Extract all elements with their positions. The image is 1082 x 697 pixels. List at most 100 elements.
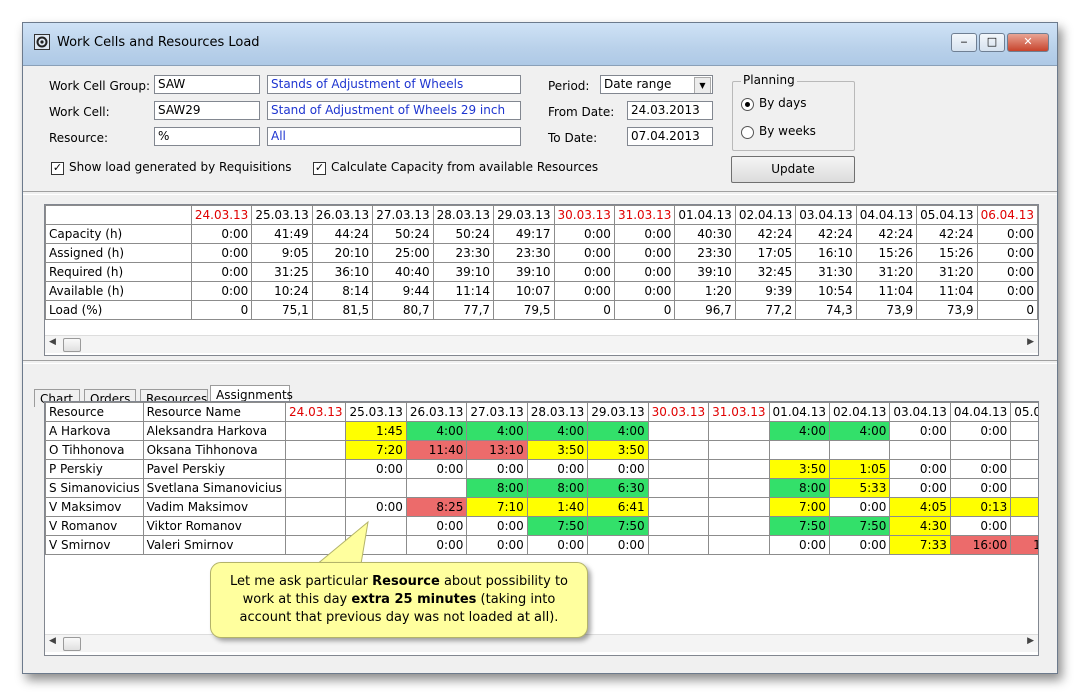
summary-row-label[interactable]: Required (h): [45, 262, 192, 282]
assignment-cell[interactable]: 4:00: [405, 421, 468, 441]
summary-cell[interactable]: 32:45: [734, 262, 797, 282]
assignment-cell[interactable]: 0:00: [949, 421, 1012, 441]
resource-name-cell[interactable]: Oksana Tihhonova: [142, 440, 287, 460]
assignment-cell[interactable]: 0:13: [949, 497, 1012, 517]
summary-cell[interactable]: 39:10: [493, 262, 555, 282]
summary-date-header[interactable]: 28.03.13: [432, 205, 495, 225]
summary-cell[interactable]: 11:04: [855, 281, 918, 301]
summary-cell[interactable]: 0:00: [553, 281, 615, 301]
assignment-cell[interactable]: 0:00: [949, 516, 1012, 536]
summary-date-header[interactable]: 30.03.13: [553, 205, 615, 225]
assignment-cell[interactable]: [405, 478, 468, 498]
summary-cell[interactable]: 9:44: [372, 281, 434, 301]
assignment-cell[interactable]: [828, 440, 891, 460]
close-button[interactable]: ✕: [1007, 33, 1049, 52]
by-days-radio[interactable]: [741, 98, 754, 111]
assignment-cell[interactable]: 8:00: [768, 478, 830, 498]
maximize-button[interactable]: □: [979, 33, 1005, 52]
summary-cell[interactable]: 74,3: [795, 300, 857, 320]
summary-date-header[interactable]: 06.04.13: [976, 205, 1038, 225]
assignment-cell[interactable]: [708, 421, 770, 441]
summary-cell[interactable]: 0:00: [613, 224, 676, 244]
summary-cell[interactable]: 49:17: [493, 224, 555, 244]
assignment-cell[interactable]: 8:25: [405, 497, 468, 517]
summary-cell[interactable]: 23:30: [493, 243, 555, 263]
assignment-cell[interactable]: 7:33: [889, 535, 951, 555]
assignment-cell[interactable]: [647, 459, 710, 479]
summary-cell[interactable]: 77,7: [432, 300, 495, 320]
scroll-right-icon[interactable]: ▶: [1027, 337, 1034, 347]
by-weeks-radio[interactable]: [741, 126, 754, 139]
assignment-cell[interactable]: 0:00: [526, 535, 589, 555]
resource-code-cell[interactable]: S Simanovicius: [45, 478, 144, 498]
work-cell-code-field[interactable]: SAW29: [154, 101, 260, 120]
assignment-cell[interactable]: [647, 421, 710, 441]
summary-cell[interactable]: 39:10: [674, 262, 736, 282]
summary-cell[interactable]: 79,5: [493, 300, 555, 320]
summary-cell[interactable]: 0:00: [553, 224, 615, 244]
assignment-cell[interactable]: 3:50: [587, 440, 649, 460]
assignment-cell[interactable]: 0:00: [405, 516, 468, 536]
assignment-cell[interactable]: 1:40: [526, 497, 589, 517]
assignment-cell[interactable]: 0:00: [949, 459, 1012, 479]
table-row[interactable]: O Tihhonova Oksana Tihhonova 7:20 11:40 13:1…: [45, 440, 1038, 460]
scroll-left-icon[interactable]: ◀: [49, 636, 56, 646]
scroll-right-icon[interactable]: ▶: [1027, 636, 1034, 646]
summary-horizontal-scrollbar[interactable]: ◀ ▶: [45, 335, 1038, 353]
assignment-cell[interactable]: [345, 535, 407, 555]
summary-row-label[interactable]: Available (h): [45, 281, 192, 301]
summary-cell[interactable]: 73,9: [855, 300, 918, 320]
assignment-cell[interactable]: 8:00: [526, 478, 589, 498]
summary-cell[interactable]: 36:10: [311, 262, 374, 282]
summary-cell[interactable]: 0:00: [553, 243, 615, 263]
assignment-cell[interactable]: [708, 497, 770, 517]
summary-date-header[interactable]: 01.04.13: [674, 205, 736, 225]
assignment-cell[interactable]: 0:00: [828, 535, 891, 555]
assignment-cell[interactable]: [889, 440, 951, 460]
assignments-date-header[interactable]: 28.03.13: [526, 402, 589, 422]
show-requisitions-checkbox[interactable]: ✓: [51, 162, 64, 175]
work-cell-group-code-field[interactable]: SAW: [154, 75, 260, 94]
assignment-cell[interactable]: 7:50: [768, 516, 830, 536]
summary-row-label[interactable]: Capacity (h): [45, 224, 192, 244]
summary-cell[interactable]: 11:14: [432, 281, 495, 301]
summary-cell[interactable]: 39:10: [432, 262, 495, 282]
assignments-date-header[interactable]: 24.03.13: [285, 402, 347, 422]
summary-cell[interactable]: 73,9: [916, 300, 978, 320]
summary-cell[interactable]: 31:30: [795, 262, 857, 282]
assignment-cell[interactable]: 0:13: [1010, 497, 1038, 517]
summary-date-header[interactable]: 26.03.13: [311, 205, 374, 225]
assignments-date-header[interactable]: 01.04.13: [768, 402, 830, 422]
assignment-cell[interactable]: 7:50: [526, 516, 589, 536]
assignments-date-header[interactable]: 27.03.13: [466, 402, 528, 422]
assignments-date-header[interactable]: 26.03.13: [405, 402, 468, 422]
title-bar[interactable]: Work Cells and Resources Load ‒ □ ✕: [23, 23, 1057, 66]
summary-cell[interactable]: 10:24: [251, 281, 313, 301]
assignment-cell[interactable]: 4:00: [587, 421, 649, 441]
assignment-cell[interactable]: 0:00: [526, 459, 589, 479]
summary-date-header[interactable]: 03.04.13: [795, 205, 857, 225]
assignment-cell[interactable]: 7:00: [768, 497, 830, 517]
summary-cell[interactable]: 50:24: [372, 224, 434, 244]
summary-cell[interactable]: 1:20: [674, 281, 736, 301]
summary-cell[interactable]: 16:10: [795, 243, 857, 263]
summary-cell[interactable]: 23:30: [674, 243, 736, 263]
assignments-date-header[interactable]: 05.04.13: [1010, 402, 1038, 422]
summary-cell[interactable]: 0:00: [190, 224, 253, 244]
assignment-cell[interactable]: [708, 440, 770, 460]
summary-cell[interactable]: 20:10: [311, 243, 374, 263]
assignment-cell[interactable]: 0:00: [345, 497, 407, 517]
summary-cell[interactable]: 0:00: [613, 262, 676, 282]
resource-code-cell[interactable]: P Perskiy: [45, 459, 144, 479]
summary-cell[interactable]: 9:39: [734, 281, 797, 301]
col-resource-name-header[interactable]: Resource Name: [142, 402, 287, 422]
assignment-cell[interactable]: 4:00: [828, 421, 891, 441]
summary-cell[interactable]: 40:40: [372, 262, 434, 282]
assignment-cell[interactable]: 1:05: [828, 459, 891, 479]
summary-cell[interactable]: 42:24: [916, 224, 978, 244]
assignment-cell[interactable]: 16:00: [949, 535, 1012, 555]
assignment-cell[interactable]: [647, 440, 710, 460]
scroll-thumb[interactable]: [63, 637, 81, 651]
minimize-button[interactable]: ‒: [951, 33, 977, 52]
summary-cell[interactable]: 0: [553, 300, 615, 320]
